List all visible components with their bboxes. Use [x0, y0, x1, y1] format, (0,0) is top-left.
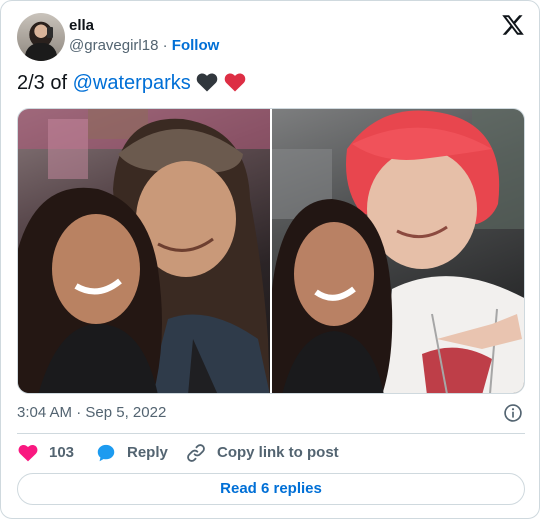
- follow-button[interactable]: Follow: [172, 37, 220, 54]
- handle-separator: ·: [162, 37, 168, 54]
- copy-link-label: Copy link to post: [217, 444, 339, 461]
- author-handle-line: @gravegirl18 · Follow: [69, 37, 219, 55]
- photo-left[interactable]: [18, 109, 270, 393]
- media-grid: [17, 108, 525, 394]
- author-name[interactable]: ella: [69, 17, 94, 35]
- read-replies-button[interactable]: Read 6 replies: [17, 473, 525, 505]
- copy-link-button[interactable]: Copy link to post: [185, 442, 339, 464]
- author-avatar[interactable]: [17, 13, 65, 61]
- tweet-text: 2/3 of @waterparks: [17, 71, 246, 95]
- tweet-timestamp[interactable]: 3:04 AM · Sep 5, 2022: [17, 404, 166, 422]
- meta-separator: ·: [76, 404, 82, 421]
- red-heart-icon: [224, 73, 246, 92]
- x-logo-icon[interactable]: [500, 13, 526, 37]
- author-handle[interactable]: @gravegirl18: [69, 37, 158, 54]
- tweet-card: ella @gravegirl18 · Follow 2/3 of @water…: [0, 0, 540, 519]
- reply-button[interactable]: Reply: [95, 442, 168, 464]
- black-heart-icon: [197, 73, 218, 92]
- heart-icon: [18, 444, 38, 462]
- photo-right-illustration: [272, 109, 524, 393]
- info-icon[interactable]: [503, 403, 523, 423]
- photo-left-illustration: [18, 109, 270, 393]
- tweet-text-prefix: 2/3 of: [17, 72, 73, 94]
- photo-right[interactable]: [272, 109, 524, 393]
- divider: [17, 433, 525, 434]
- mention-link[interactable]: @waterparks: [73, 72, 191, 94]
- link-icon: [187, 444, 205, 462]
- tweet-time: 3:04 AM: [17, 404, 73, 421]
- like-button[interactable]: 103: [17, 442, 74, 464]
- reply-label: Reply: [127, 444, 168, 461]
- like-count: 103: [49, 444, 75, 461]
- avatar-phone: [47, 27, 53, 38]
- tweet-date: Sep 5, 2022: [85, 404, 167, 421]
- avatar-shirt: [25, 43, 57, 61]
- reply-bubble-icon: [97, 444, 115, 462]
